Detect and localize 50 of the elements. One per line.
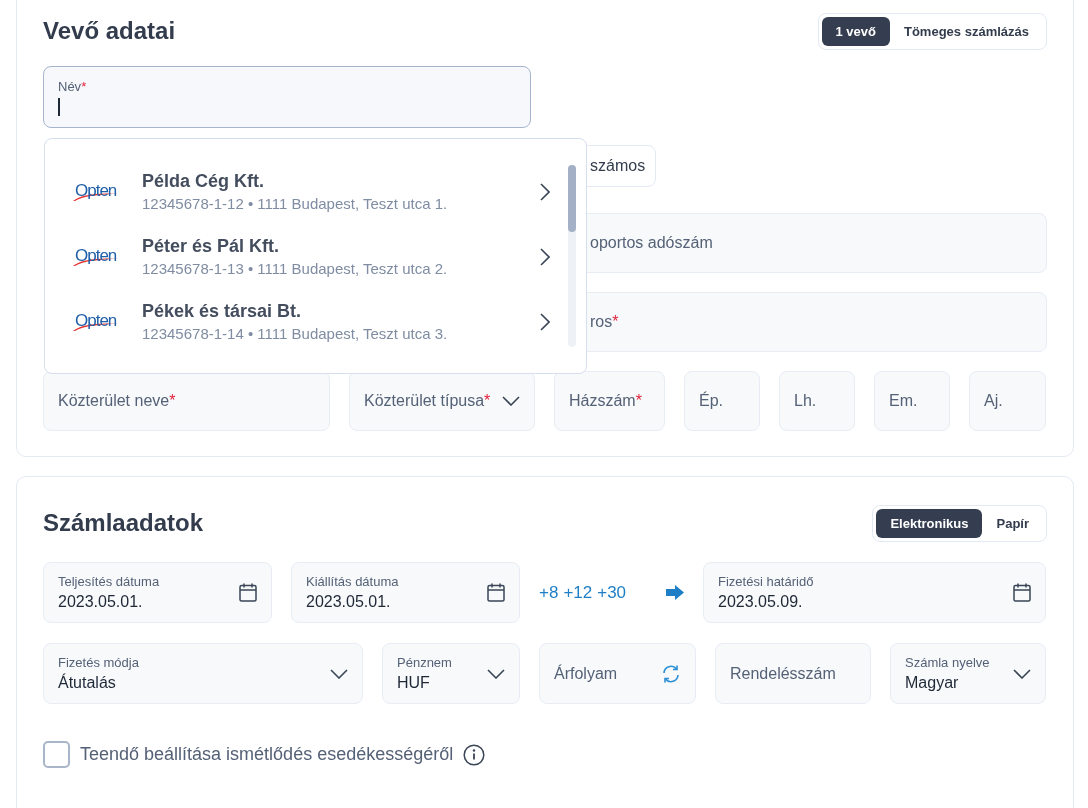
toggle-option[interactable]: Papír <box>982 508 1043 538</box>
company-details: 12345678-1-12 • 1111 Budapest, Teszt utca 1. <box>142 195 449 212</box>
company-details: 12345678-1-13 • 1111 Budapest, Teszt utca 2. <box>142 260 449 277</box>
chevron-down-icon <box>330 668 348 679</box>
date-field[interactable]: Kiállítás dátuma 2023.05.01. <box>291 562 520 623</box>
date-field[interactable]: Fizetési határidő 2023.05.09. <box>703 562 1046 623</box>
input-field[interactable]: Rendelésszám <box>715 643 871 704</box>
chevron-down-icon <box>1013 668 1031 679</box>
input-field[interactable]: Aj. <box>969 371 1046 431</box>
toggle-option[interactable]: Elektronikus <box>876 508 983 538</box>
input-field[interactable]: Név* <box>43 66 531 128</box>
calendar-icon <box>1013 583 1031 602</box>
toggle-option[interactable]: 1 vevő <box>821 16 890 46</box>
company-name: Pékek és társai Bt. <box>142 301 303 322</box>
company-name: Péter és Pál Kft. <box>142 236 281 257</box>
scrollbar[interactable] <box>568 165 576 347</box>
input-field[interactable]: Közterület neve* <box>43 371 330 431</box>
offset-link[interactable]: +12 <box>563 582 593 603</box>
company-logo: Opten <box>72 309 120 333</box>
input-field[interactable]: Házszám* <box>554 371 665 431</box>
chevron-right-icon <box>540 247 550 266</box>
refresh-icon[interactable] <box>661 664 681 683</box>
select-field[interactable]: Számla nyelve Magyar <box>890 643 1046 704</box>
chevron-right-icon <box>540 182 550 201</box>
offset-link[interactable]: +8 <box>539 582 559 603</box>
checkbox-label: Teendő beállítása ismétlődés esedékességéről <box>80 744 454 765</box>
input-field[interactable]: Ép. <box>684 371 760 431</box>
input-field[interactable]: Lh. <box>779 371 855 431</box>
chevron-down-icon <box>487 668 505 679</box>
chevron-down-icon <box>502 396 520 406</box>
company-details: 12345678-1-14 • 1111 Budapest, Teszt utca 3. <box>142 325 449 342</box>
calendar-icon <box>239 583 257 602</box>
section-title: Vevő adatai <box>43 17 176 45</box>
arrow-right-icon <box>666 585 684 600</box>
input-field[interactable]: Árfolyam <box>539 643 696 704</box>
input-field[interactable]: Em. <box>874 371 950 431</box>
info-icon[interactable] <box>463 743 486 766</box>
calendar-icon <box>487 583 505 602</box>
date-field[interactable]: Teljesítés dátuma 2023.05.01. <box>43 562 272 623</box>
checkbox[interactable] <box>43 741 70 768</box>
toggle-option[interactable]: Tömeges számlázás <box>890 16 1043 46</box>
company-name: Példa Cég Kft. <box>142 171 266 192</box>
section-title: Számlaadatok <box>43 509 204 537</box>
chevron-right-icon <box>540 312 550 331</box>
company-logo: Opten <box>72 179 120 203</box>
select-field[interactable]: Fizetés módja Átutalás <box>43 643 363 704</box>
company-logo: Opten <box>72 244 120 268</box>
select-field[interactable]: Pénznem HUF <box>382 643 520 704</box>
select-field[interactable]: Közterület típusa* <box>349 371 535 431</box>
offset-link[interactable]: +30 <box>597 582 627 603</box>
